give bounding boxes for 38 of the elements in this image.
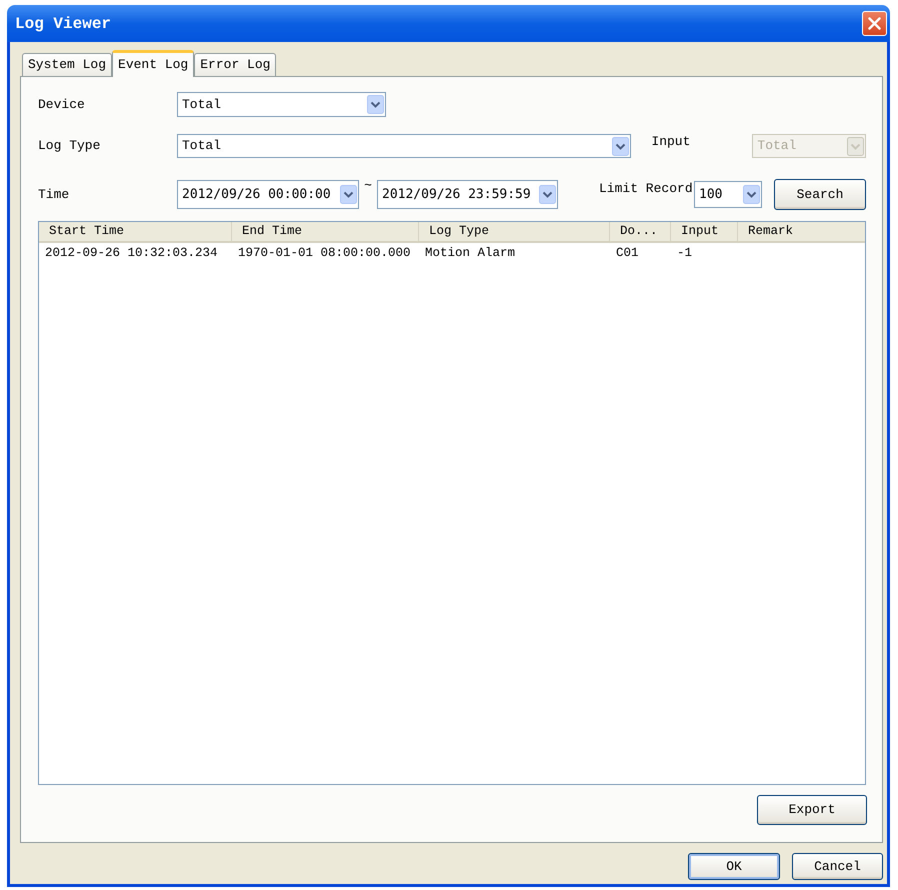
chevron-down-icon xyxy=(367,95,384,114)
chevron-down-icon xyxy=(847,136,864,156)
table-cell-text: -1 xyxy=(676,245,694,262)
end-time-dropdown[interactable]: 2012/09/26 23:59:59 xyxy=(377,180,558,209)
tab[interactable]: Event Log xyxy=(112,50,194,77)
window-title: Log Viewer xyxy=(15,14,112,34)
column-header[interactable]: Remark xyxy=(738,222,865,241)
table-cell-text: Motion Alarm xyxy=(424,245,516,262)
chevron-down-icon xyxy=(743,185,760,204)
limit-record-label: Limit Record xyxy=(599,180,694,198)
tab[interactable]: Error Log xyxy=(194,53,276,76)
device-label: Device xyxy=(38,96,86,114)
input-label: Input xyxy=(651,133,692,151)
chevron-down-icon xyxy=(612,136,630,156)
log-type-dropdown[interactable]: Total xyxy=(177,134,632,158)
time-label: Time xyxy=(38,186,70,204)
close-icon xyxy=(868,17,881,30)
column-header[interactable]: Input xyxy=(671,222,738,241)
export-button[interactable]: Export xyxy=(757,795,867,825)
log-type-label: Log Type xyxy=(38,137,102,156)
table-cell-text: C01 xyxy=(615,245,640,262)
cancel-button[interactable]: Cancel xyxy=(792,853,883,880)
ok-button[interactable]: OK xyxy=(688,853,780,880)
chevron-down-icon xyxy=(539,185,556,204)
limit-record-dropdown[interactable]: 100 xyxy=(694,181,762,208)
start-time-dropdown[interactable]: 2012/09/26 00:00:00 xyxy=(177,180,359,209)
column-header[interactable]: Start Time xyxy=(39,222,232,241)
column-header[interactable]: End Time xyxy=(232,222,419,241)
column-header[interactable]: Do... xyxy=(610,222,671,241)
range-separator: ~ xyxy=(364,179,372,192)
close-button[interactable] xyxy=(862,11,887,36)
table-cell-text: 1970-01-01 08:00:00.000 xyxy=(237,245,412,262)
table-cell-text: 2012-09-26 10:32:03.234 xyxy=(44,245,219,262)
device-dropdown[interactable]: Total xyxy=(177,92,386,117)
tab[interactable]: System Log xyxy=(22,53,112,76)
chevron-down-icon xyxy=(340,185,357,204)
search-button[interactable]: Search xyxy=(774,179,866,210)
column-header[interactable]: Log Type xyxy=(419,222,610,241)
